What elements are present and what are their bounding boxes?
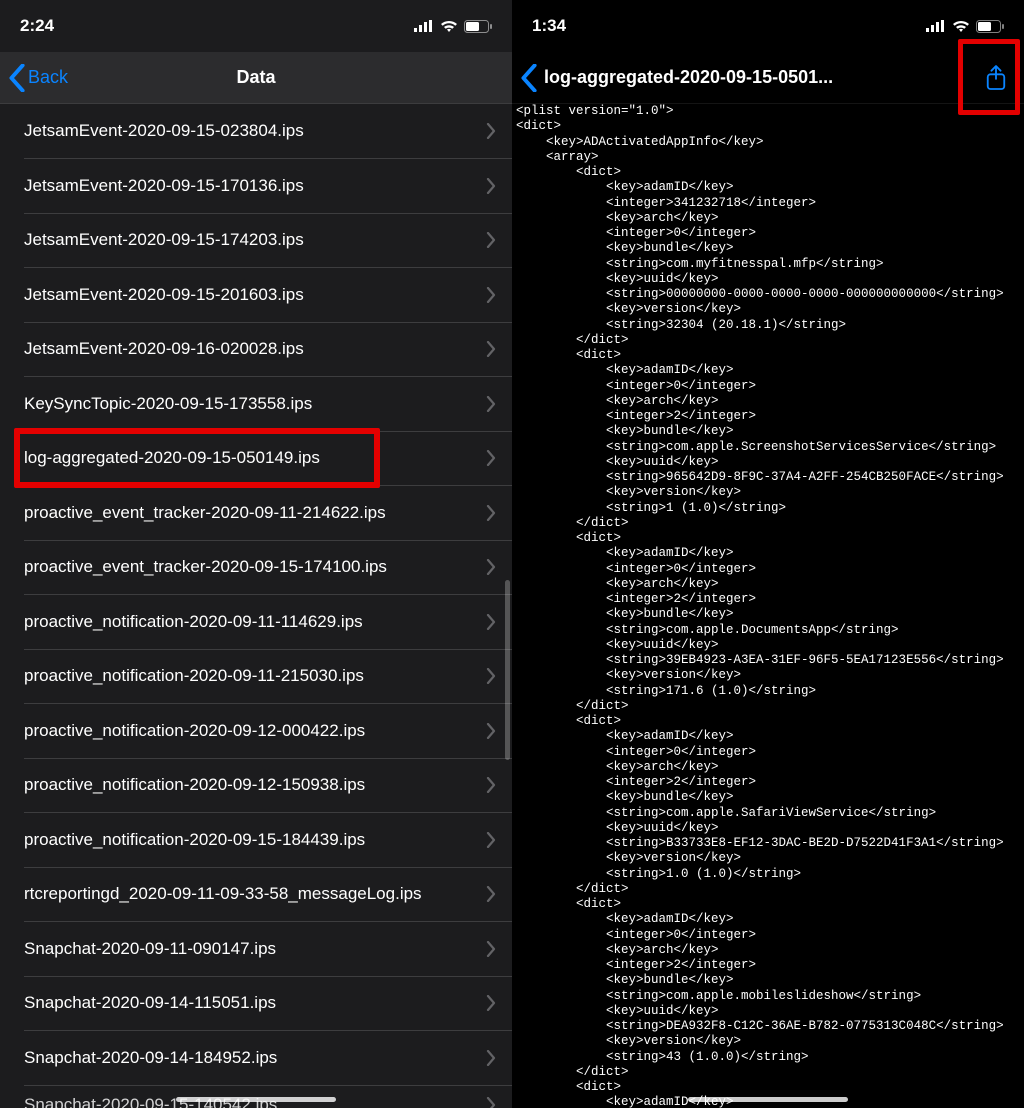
wifi-icon (952, 20, 970, 33)
share-button[interactable] (976, 58, 1016, 98)
chevron-right-icon (486, 995, 496, 1011)
list-item[interactable]: proactive_event_tracker-2020-09-11-21462… (0, 486, 512, 541)
list-item-label: proactive_notification-2020-09-11-215030… (24, 666, 486, 686)
status-time: 1:34 (532, 16, 566, 36)
status-time: 2:24 (20, 16, 54, 36)
chevron-right-icon (486, 832, 496, 848)
list-item-label: Snapchat-2020-09-14-184952.ips (24, 1048, 486, 1068)
cellular-icon (926, 20, 946, 32)
list-item[interactable]: JetsamEvent-2020-09-15-170136.ips (0, 159, 512, 214)
chevron-right-icon (486, 559, 496, 575)
list-item-label: proactive_notification-2020-09-11-114629… (24, 612, 486, 632)
list-item[interactable]: JetsamEvent-2020-09-15-174203.ips (0, 213, 512, 268)
page-title: Data (0, 67, 512, 88)
left-screenshot: 2:24 Back Data JetsamEvent-2020-09-15-02… (0, 0, 512, 1108)
list-item[interactable]: Snapchat-2020-09-11-090147.ips (0, 922, 512, 977)
chevron-right-icon (486, 287, 496, 303)
list-item-label: KeySyncTopic-2020-09-15-173558.ips (24, 394, 486, 414)
share-icon (985, 64, 1007, 92)
list-item-label: JetsamEvent-2020-09-15-023804.ips (24, 121, 486, 141)
right-screenshot: 1:34 log-aggregated-2020-09-15-0501... <… (512, 0, 1024, 1108)
chevron-right-icon (486, 668, 496, 684)
chevron-right-icon (486, 505, 496, 521)
list-item[interactable]: JetsamEvent-2020-09-15-023804.ips (0, 104, 512, 159)
file-list[interactable]: JetsamEvent-2020-09-15-023804.ips JetsamE… (0, 104, 512, 1108)
chevron-right-icon (486, 777, 496, 793)
chevron-right-icon (486, 450, 496, 466)
battery-icon (464, 20, 492, 33)
list-item[interactable]: proactive_notification-2020-09-12-150938… (0, 758, 512, 813)
list-item[interactable]: proactive_notification-2020-09-15-184439… (0, 813, 512, 868)
list-item-label: proactive_notification-2020-09-12-000422… (24, 721, 486, 741)
home-indicator[interactable] (688, 1097, 848, 1102)
list-item[interactable]: Snapchat-2020-09-14-184952.ips (0, 1031, 512, 1086)
battery-icon (976, 20, 1004, 33)
list-item[interactable]: proactive_notification-2020-09-12-000422… (0, 704, 512, 759)
list-item[interactable]: JetsamEvent-2020-09-16-020028.ips (0, 322, 512, 377)
back-button[interactable] (520, 64, 538, 92)
list-item-label: Snapchat-2020-09-11-090147.ips (24, 939, 486, 959)
nav-bar: Back Data (0, 52, 512, 104)
list-item-label: Snapchat-2020-09-14-115051.ips (24, 993, 486, 1013)
back-label: Back (28, 67, 68, 88)
chevron-right-icon (486, 232, 496, 248)
list-item[interactable]: log-aggregated-2020-09-15-050149.ips (0, 431, 512, 486)
list-item-label: JetsamEvent-2020-09-15-170136.ips (24, 176, 486, 196)
cellular-icon (414, 20, 434, 32)
scrollbar-indicator[interactable] (505, 580, 510, 760)
plist-content[interactable]: <plist version="1.0"> <dict> <key>ADActi… (512, 104, 1024, 1108)
chevron-right-icon (486, 1097, 496, 1108)
status-bar: 2:24 (0, 0, 512, 52)
list-item-label: JetsamEvent-2020-09-15-201603.ips (24, 285, 486, 305)
list-item-label: proactive_event_tracker-2020-09-11-21462… (24, 503, 486, 523)
chevron-right-icon (486, 178, 496, 194)
chevron-right-icon (486, 723, 496, 739)
list-item-label: JetsamEvent-2020-09-16-020028.ips (24, 339, 486, 359)
list-item-label: proactive_notification-2020-09-12-150938… (24, 775, 486, 795)
chevron-left-icon (520, 64, 538, 92)
nav-bar: log-aggregated-2020-09-15-0501... (512, 52, 1024, 104)
chevron-right-icon (486, 396, 496, 412)
chevron-right-icon (486, 123, 496, 139)
wifi-icon (440, 20, 458, 33)
chevron-right-icon (486, 341, 496, 357)
list-item[interactable]: proactive_notification-2020-09-11-114629… (0, 595, 512, 650)
list-item-label: JetsamEvent-2020-09-15-174203.ips (24, 230, 486, 250)
list-item-label: rtcreportingd_2020-09-11-09-33-58_messag… (24, 884, 486, 904)
list-item[interactable]: KeySyncTopic-2020-09-15-173558.ips (0, 377, 512, 432)
list-item[interactable]: rtcreportingd_2020-09-11-09-33-58_messag… (0, 867, 512, 922)
status-right (926, 20, 1004, 33)
status-right (414, 20, 492, 33)
page-title: log-aggregated-2020-09-15-0501... (538, 67, 976, 88)
chevron-right-icon (486, 1050, 496, 1066)
status-bar: 1:34 (512, 0, 1024, 52)
list-item[interactable]: Snapchat-2020-09-14-115051.ips (0, 976, 512, 1031)
chevron-right-icon (486, 941, 496, 957)
chevron-right-icon (486, 614, 496, 630)
chevron-left-icon (8, 64, 26, 92)
list-item-label: proactive_notification-2020-09-15-184439… (24, 830, 486, 850)
list-item[interactable]: JetsamEvent-2020-09-15-201603.ips (0, 268, 512, 323)
list-item-label: log-aggregated-2020-09-15-050149.ips (24, 448, 486, 468)
list-item-label: proactive_event_tracker-2020-09-15-17410… (24, 557, 486, 577)
back-button[interactable]: Back (8, 64, 68, 92)
chevron-right-icon (486, 886, 496, 902)
list-item[interactable]: proactive_notification-2020-09-11-215030… (0, 649, 512, 704)
home-indicator[interactable] (176, 1097, 336, 1102)
list-item[interactable]: proactive_event_tracker-2020-09-15-17410… (0, 540, 512, 595)
